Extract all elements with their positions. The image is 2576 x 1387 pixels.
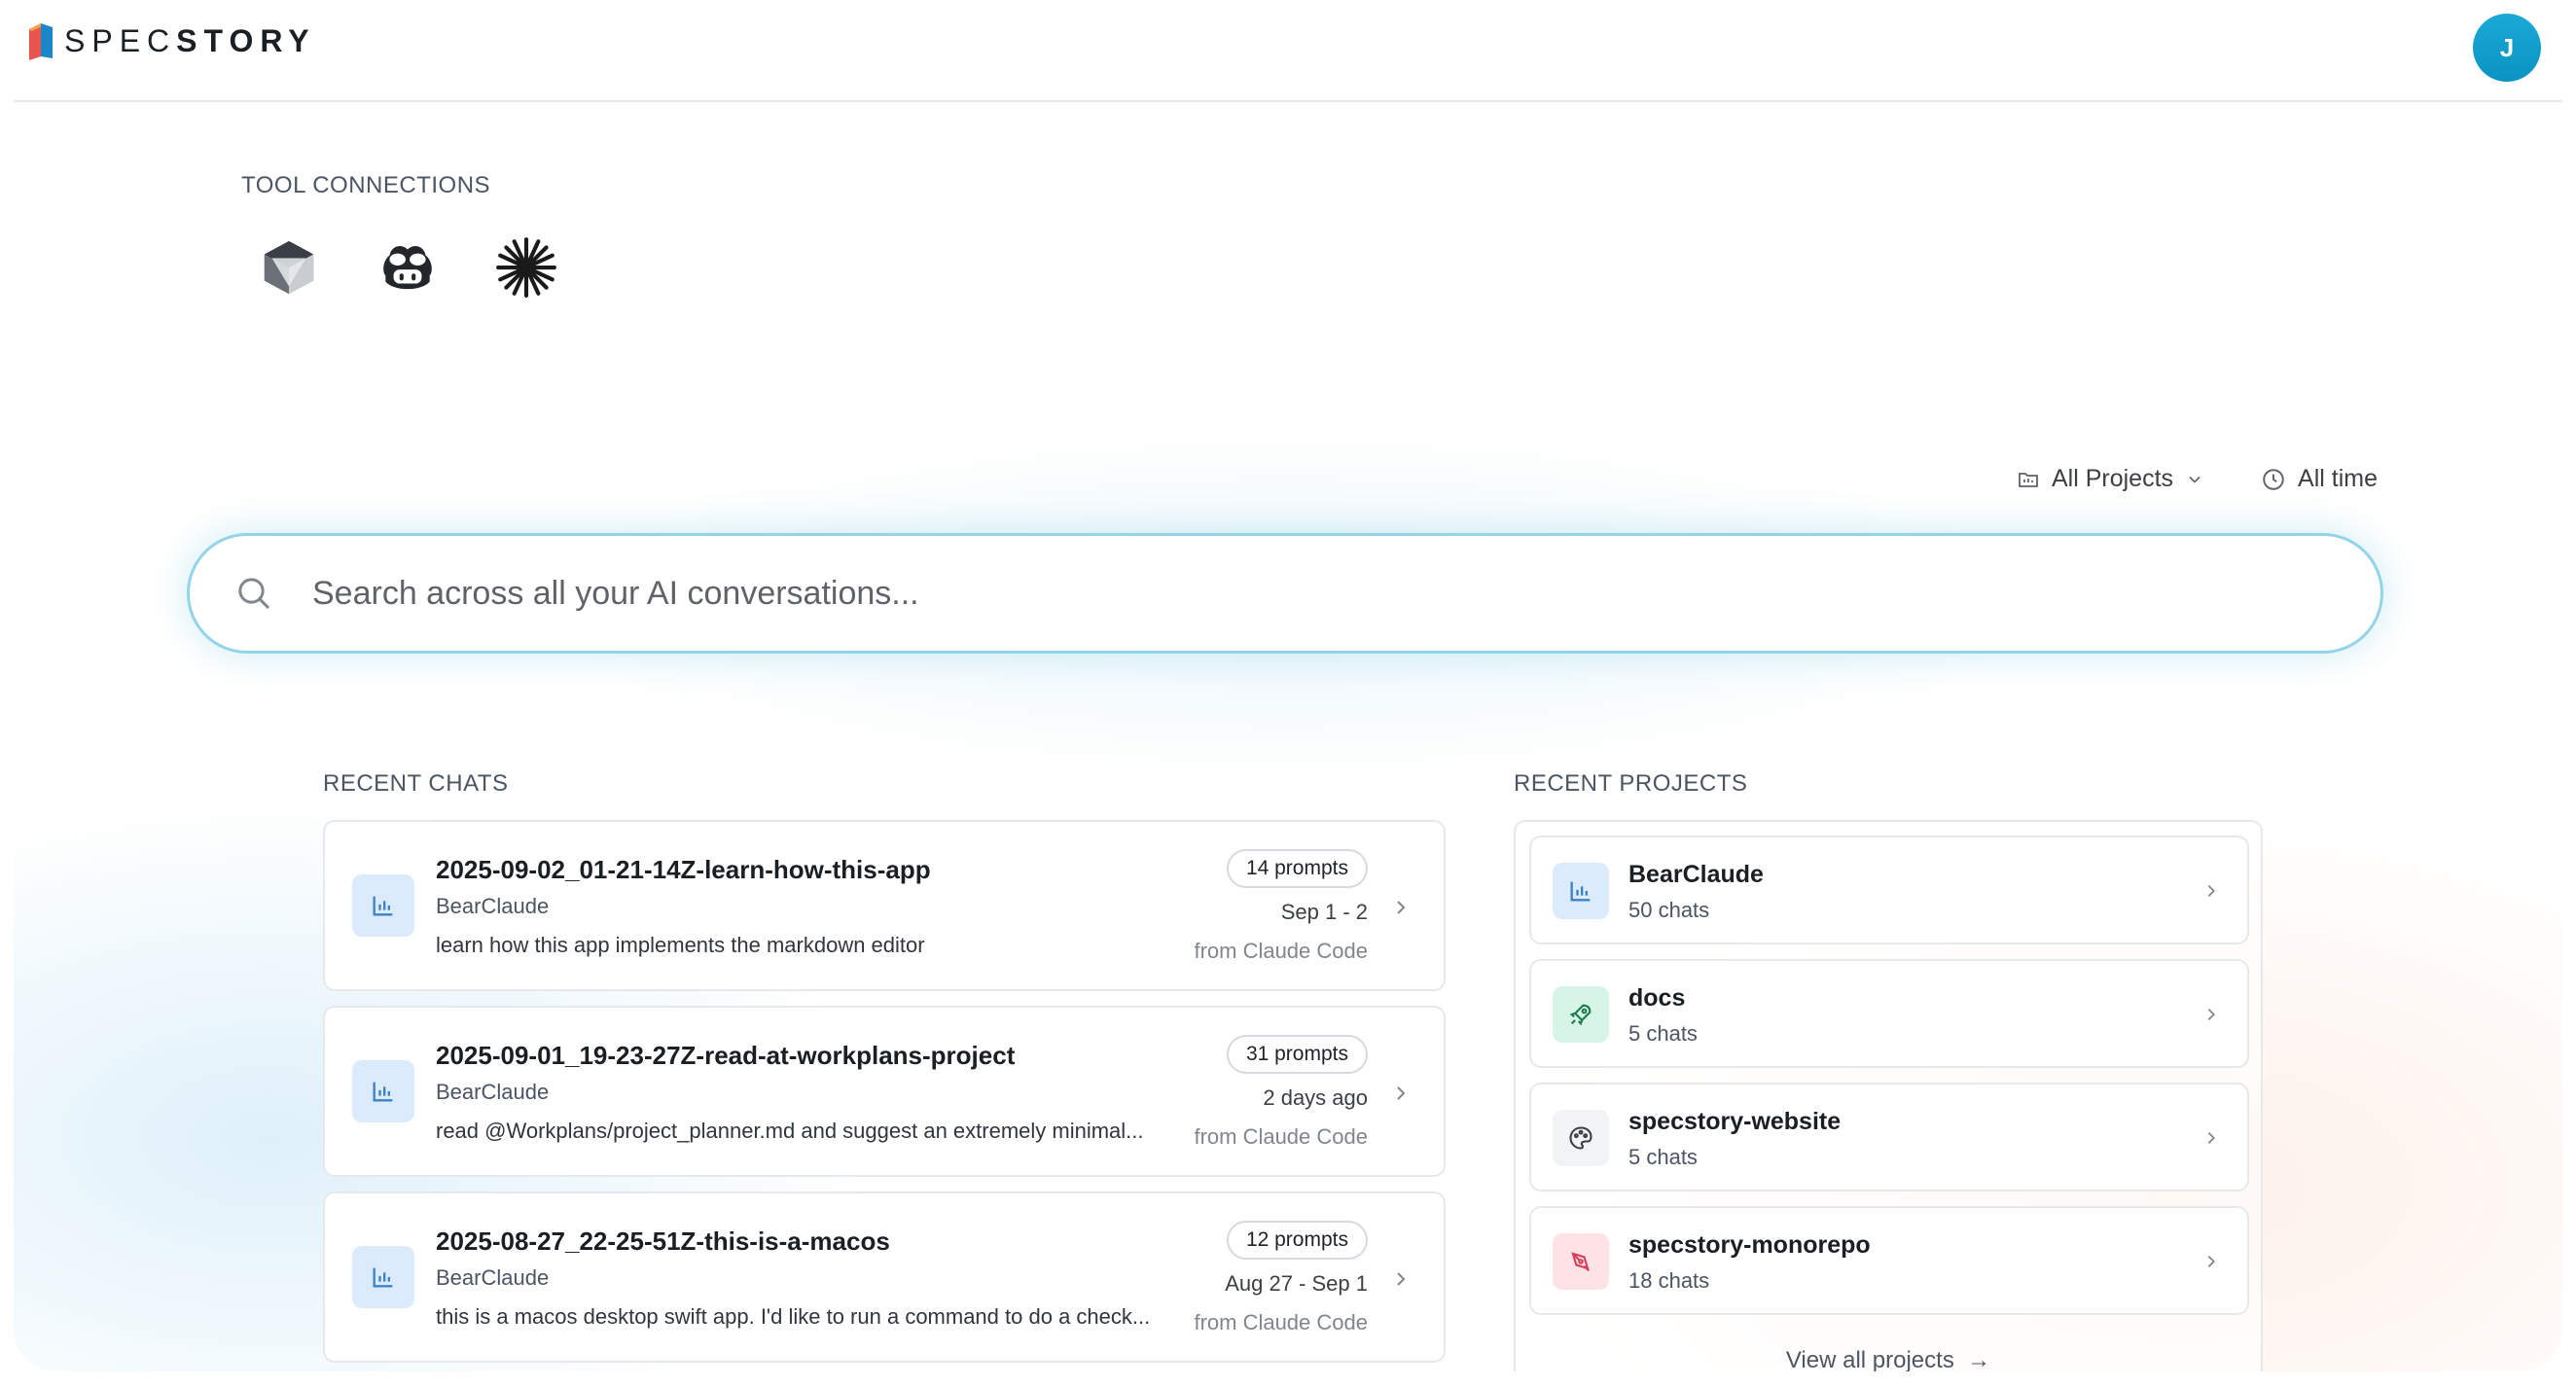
copilot-icon[interactable] <box>374 233 442 302</box>
rocket-icon <box>1553 986 1609 1043</box>
arrow-right-icon: → <box>1960 1347 1991 1371</box>
palette-icon <box>1553 1110 1609 1166</box>
chevron-right-icon <box>1397 1086 1406 1100</box>
chevron-right-icon <box>2207 1131 2215 1145</box>
folder-icon <box>2019 472 2038 487</box>
logo-wordmark: SPECSTORY <box>64 22 316 58</box>
chat-source: from Claude Code <box>1194 939 1368 963</box>
project-chat-count: 5 chats <box>1628 1021 1698 1046</box>
claude-icon[interactable] <box>492 233 560 302</box>
search-icon <box>238 578 270 610</box>
project-card-specstory-website[interactable]: specstory-website 5 chats <box>1529 1083 2249 1191</box>
project-name: BearClaude <box>1628 861 1764 888</box>
projects-filter-label: All Projects <box>2051 465 2174 492</box>
chat-date: Sep 1 - 2 <box>1280 900 1368 924</box>
chat-project: BearClaude <box>436 894 550 918</box>
chevron-down-icon <box>2189 476 2200 483</box>
time-filter-label: All time <box>2298 465 2378 492</box>
chat-date: 2 days ago <box>1263 1085 1368 1110</box>
chat-card[interactable]: 2025-08-27_22-25-51Z-this-is-a-macos Bea… <box>323 1191 1446 1363</box>
project-card-docs[interactable]: docs 5 chats <box>1529 959 2249 1068</box>
chat-source: from Claude Code <box>1194 1124 1368 1149</box>
tool-connections-heading: TOOL CONNECTIONS <box>241 172 491 198</box>
chat-title: 2025-09-01_19-23-27Z-read-at-workplans-p… <box>436 1041 1016 1070</box>
chat-preview: this is a macos desktop swift app. I'd l… <box>436 1304 1151 1329</box>
project-chat-count: 18 chats <box>1628 1268 1710 1293</box>
project-name: docs <box>1628 984 1686 1012</box>
chart-icon <box>352 1246 414 1308</box>
tool-connections-list <box>255 233 560 302</box>
chat-project: BearClaude <box>436 1080 550 1104</box>
recent-chats-heading: RECENT CHATS <box>323 770 509 797</box>
app-frame: SPECSTORY J TOOL CONNECTIONS All Project… <box>14 0 2562 1371</box>
projects-filter-dropdown[interactable]: All Projects <box>2017 465 2204 493</box>
pen-icon <box>1553 1233 1609 1290</box>
chart-icon <box>352 1060 414 1122</box>
user-avatar[interactable]: J <box>2473 14 2541 82</box>
chat-preview: read @Workplans/project_planner.md and s… <box>436 1119 1144 1143</box>
view-all-label: View all projects <box>1785 1347 1954 1371</box>
time-filter-dropdown[interactable]: All time <box>2261 465 2378 493</box>
chat-preview: learn how this app implements the markdo… <box>436 933 925 957</box>
specstory-logo[interactable]: SPECSTORY <box>27 21 316 60</box>
chat-source: from Claude Code <box>1194 1310 1368 1334</box>
prompt-count-badge: 12 prompts <box>1226 1221 1368 1260</box>
view-all-projects-link[interactable]: View all projects → <box>1516 1347 2261 1371</box>
chart-icon <box>1553 863 1609 919</box>
project-card-specstory-monorepo[interactable]: specstory-monorepo 18 chats <box>1529 1206 2249 1315</box>
prompt-count-badge: 31 prompts <box>1226 1035 1368 1074</box>
chat-card[interactable]: 2025-09-02_01-21-14Z-learn-how-this-app … <box>323 820 1446 991</box>
project-card-bearclaude[interactable]: BearClaude 50 chats <box>1529 836 2249 944</box>
chevron-right-icon <box>1397 1272 1406 1286</box>
clock-icon <box>2263 468 2284 490</box>
cursor-icon[interactable] <box>255 233 323 302</box>
prompt-count-badge: 14 prompts <box>1226 849 1368 888</box>
project-chat-count: 50 chats <box>1628 898 1710 922</box>
chat-title: 2025-08-27_22-25-51Z-this-is-a-macos <box>436 1227 890 1256</box>
chevron-right-icon <box>2207 1255 2215 1268</box>
top-header: SPECSTORY J <box>14 0 2562 102</box>
search-input[interactable] <box>312 574 2161 613</box>
book-logo-icon <box>29 23 53 60</box>
recent-projects-heading: RECENT PROJECTS <box>1514 770 1748 797</box>
project-chat-count: 5 chats <box>1628 1145 1698 1169</box>
search-bar[interactable] <box>187 533 2383 654</box>
project-name: specstory-monorepo <box>1628 1231 1871 1259</box>
chat-project: BearClaude <box>436 1265 550 1290</box>
chat-card[interactable]: 2025-09-01_19-23-27Z-read-at-workplans-p… <box>323 1006 1446 1177</box>
chat-date: Aug 27 - Sep 1 <box>1225 1271 1368 1296</box>
filter-bar: All Projects All time <box>2017 465 2378 493</box>
chevron-right-icon <box>2207 1008 2215 1021</box>
chat-title: 2025-09-02_01-21-14Z-learn-how-this-app <box>436 855 931 884</box>
chart-icon <box>352 874 414 937</box>
recent-projects-panel: BearClaude 50 chats docs 5 chats specsto… <box>1514 820 2263 1371</box>
chevron-right-icon <box>2207 884 2215 898</box>
chevron-right-icon <box>1397 901 1406 914</box>
project-name: specstory-website <box>1628 1108 1842 1135</box>
